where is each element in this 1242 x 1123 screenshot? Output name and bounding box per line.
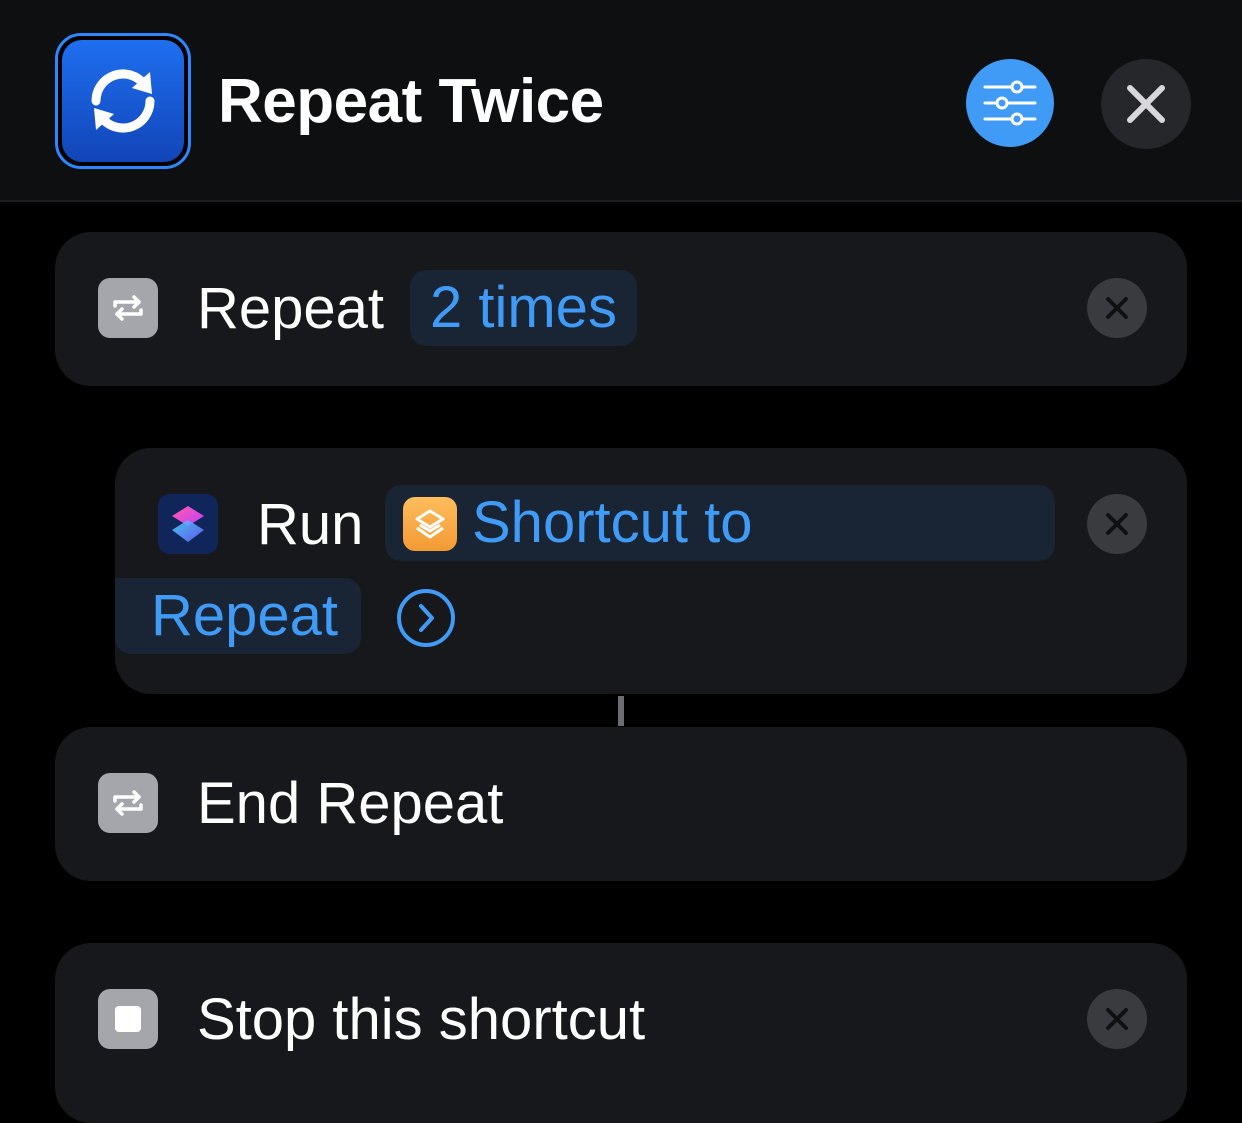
shortcut-name-line1: Shortcut to bbox=[472, 490, 753, 555]
layers-icon bbox=[403, 497, 457, 551]
close-button[interactable] bbox=[1101, 59, 1191, 149]
run-label: Run bbox=[257, 492, 364, 557]
repeat-count-token[interactable]: 2 times bbox=[410, 270, 637, 346]
remove-action-button[interactable] bbox=[1087, 494, 1147, 554]
shortcuts-app-icon bbox=[158, 494, 218, 554]
stop-shortcut-label: Stop this shortcut bbox=[197, 987, 646, 1052]
editor-header: Repeat Twice bbox=[0, 0, 1242, 202]
settings-button[interactable] bbox=[966, 59, 1054, 147]
repeat-arrows-icon bbox=[62, 40, 184, 162]
end-repeat-action-card[interactable]: End Repeat bbox=[55, 727, 1187, 881]
shortcut-icon-button[interactable] bbox=[55, 33, 191, 169]
remove-action-button[interactable] bbox=[1087, 278, 1147, 338]
remove-action-button[interactable] bbox=[1087, 989, 1147, 1049]
end-repeat-label: End Repeat bbox=[197, 771, 504, 836]
repeat-label: Repeat bbox=[197, 276, 385, 341]
close-icon bbox=[1106, 1008, 1128, 1030]
close-icon bbox=[1127, 85, 1165, 123]
repeat-icon bbox=[98, 773, 158, 833]
sliders-icon bbox=[983, 80, 1037, 126]
shortcut-title[interactable]: Repeat Twice bbox=[218, 62, 604, 142]
chevron-right-circle-icon[interactable] bbox=[396, 588, 456, 648]
shortcut-parameter-token-line2[interactable]: Repeat bbox=[115, 578, 361, 654]
close-icon bbox=[1106, 513, 1128, 535]
block-connector bbox=[618, 696, 624, 726]
stop-icon bbox=[98, 989, 158, 1049]
stop-shortcut-action-card[interactable]: Stop this shortcut bbox=[55, 943, 1187, 1123]
shortcut-parameter-token[interactable]: Shortcut to bbox=[385, 485, 1055, 561]
repeat-action-card[interactable]: Repeat 2 times bbox=[55, 232, 1187, 386]
run-shortcut-action-card[interactable]: Run Shortcut to Repeat bbox=[115, 448, 1187, 694]
repeat-icon bbox=[98, 278, 158, 338]
close-icon bbox=[1106, 297, 1128, 319]
